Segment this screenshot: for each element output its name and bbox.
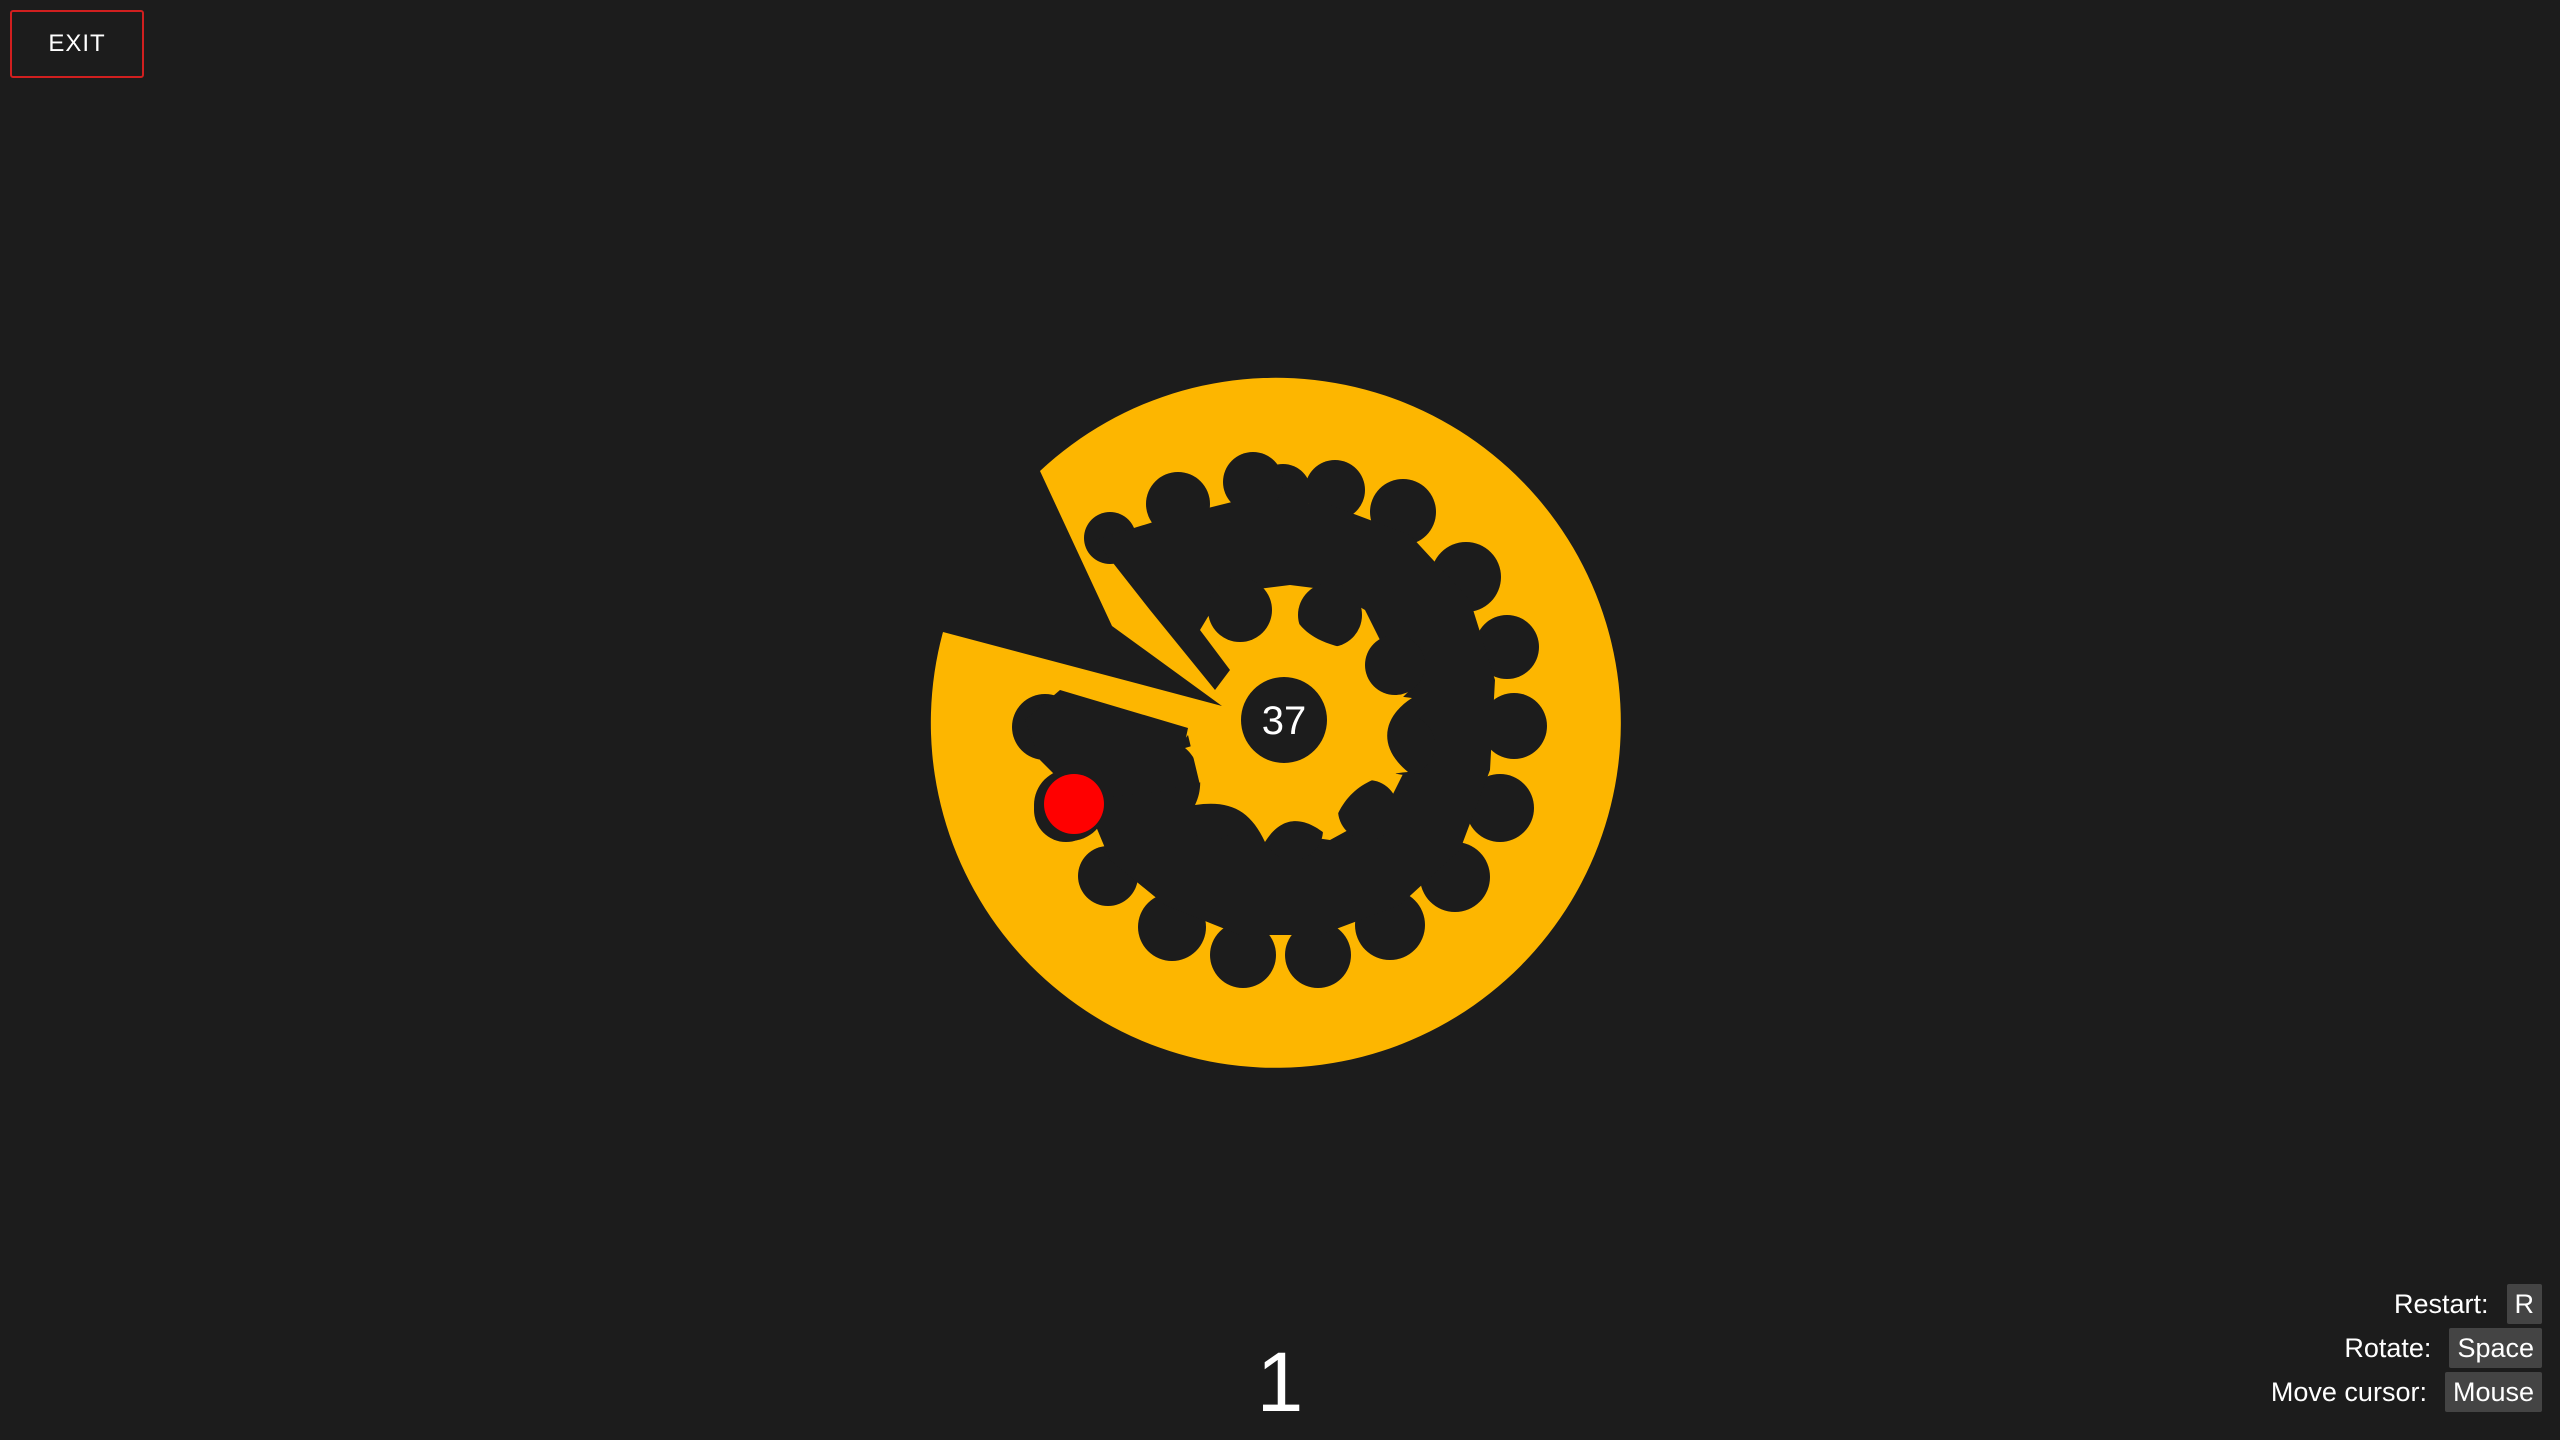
game-board[interactable]: 37 <box>0 0 2560 1440</box>
controls-legend: Restart: R Rotate: Space Move cursor: Mo… <box>2271 1284 2542 1412</box>
level-number: 1 <box>1256 1335 1304 1429</box>
control-label: Restart: <box>2393 1288 2489 1319</box>
key-cap: Space <box>2449 1328 2542 1368</box>
key-cap: R <box>2506 1284 2542 1324</box>
control-label: Rotate: <box>2344 1332 2432 1363</box>
key-cap: Mouse <box>2444 1372 2542 1412</box>
control-row-move-cursor: Move cursor: Mouse <box>2271 1372 2542 1412</box>
control-label: Move cursor: <box>2270 1376 2427 1407</box>
control-row-restart: Restart: R <box>2394 1284 2542 1324</box>
red-ball <box>1044 774 1104 834</box>
center-count: 37 <box>1262 699 1307 743</box>
game-stage: EXIT 37 1 Restart: R Rotate: Space Move … <box>0 0 2560 1440</box>
control-row-rotate: Rotate: Space <box>2344 1328 2542 1368</box>
